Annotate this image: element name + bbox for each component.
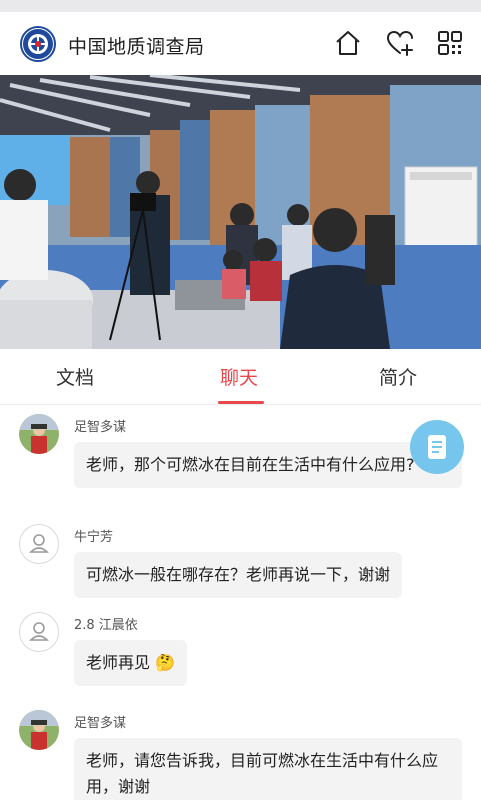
- avatar[interactable]: [19, 710, 59, 750]
- tab-bar: 文档 聊天 简介: [0, 349, 481, 405]
- message-bubble: 老师，那个可燃冰在目前在生活中有什么应用?: [74, 442, 462, 488]
- sender-name: 2.8 江晨依: [74, 618, 138, 633]
- heart-plus-icon[interactable]: [385, 28, 415, 58]
- tab-chat[interactable]: 聊天: [220, 363, 258, 390]
- app-title: 中国地质调查局: [68, 36, 205, 58]
- active-tab-indicator: [218, 401, 264, 404]
- thinking-emoji: 🤔: [155, 653, 176, 672]
- message-bubble: 可燃冰一般在哪存在？老师再说一下，谢谢: [74, 552, 403, 598]
- sender-name: 牛宁芳: [74, 530, 114, 545]
- tab-intro[interactable]: 简介: [379, 363, 417, 390]
- default-user-icon[interactable]: [19, 524, 59, 564]
- home-icon[interactable]: [333, 28, 363, 58]
- default-user-icon[interactable]: [19, 612, 59, 652]
- document-floating-button[interactable]: [410, 420, 464, 474]
- org-logo: [20, 26, 56, 62]
- message-bubble: 老师再见 🤔: [74, 640, 188, 686]
- chat-list[interactable]: 足智多谋 老师，那个可燃冰在目前在生活中有什么应用? 牛宁芳 可燃冰一般在哪存在…: [0, 406, 481, 800]
- status-bar: [0, 0, 481, 12]
- qr-code-icon[interactable]: [435, 28, 465, 58]
- message-text: 老师再见: [86, 653, 151, 672]
- live-video-player[interactable]: [0, 75, 481, 349]
- sender-name: 足智多谋: [74, 716, 127, 731]
- avatar[interactable]: [19, 414, 59, 454]
- document-icon: [428, 435, 446, 459]
- sender-name: 足智多谋: [74, 420, 127, 435]
- top-bar: 中国地质调查局: [0, 12, 481, 74]
- message-bubble: 老师，请您告诉我，目前可燃冰在生活中有什么应用，谢谢: [74, 738, 462, 800]
- tab-docs[interactable]: 文档: [56, 363, 94, 390]
